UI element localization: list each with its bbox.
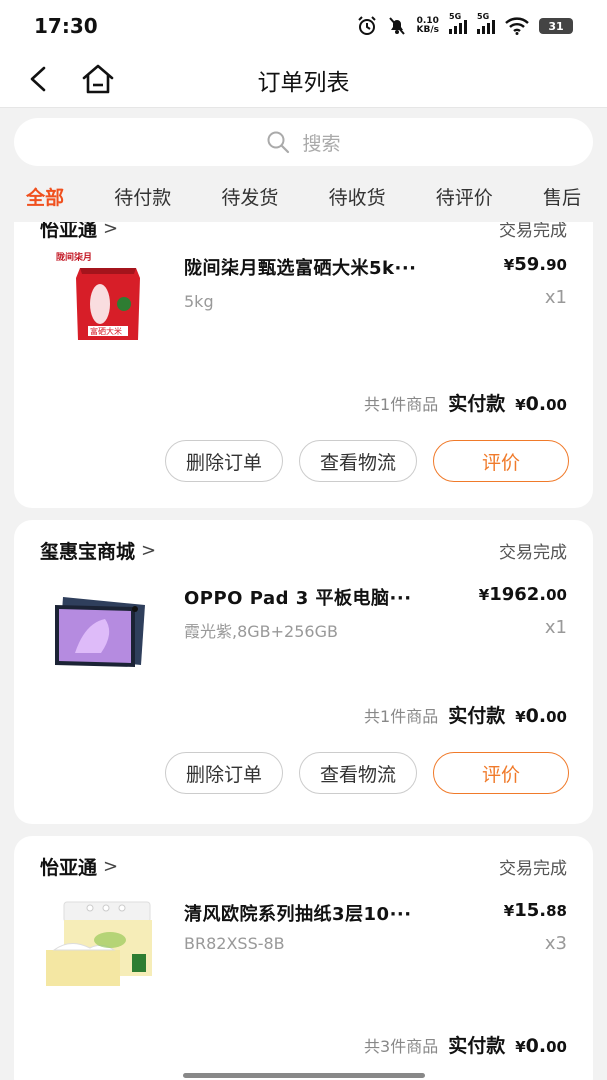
signal-label-2: 5G <box>477 12 490 21</box>
pay-label: 实付款 <box>448 393 506 415</box>
order-status: 交易完成 <box>499 222 567 241</box>
item-count: 共1件商品 <box>364 707 439 726</box>
net-speed: 0.10 KB/s <box>417 17 439 35</box>
order-card: 怡亚通 > 交易完成 陇间柒月 富硒大米 陇间柒月甄选富硒大米5k··· 5kg… <box>14 222 593 508</box>
pay-label: 实付款 <box>448 705 506 727</box>
search-placeholder: 搜索 <box>302 132 341 155</box>
product-image-rice: 陇间柒月 富硒大米 <box>40 250 160 346</box>
signal-icon-2: 5G <box>477 12 495 34</box>
goods-quantity: x1 <box>544 287 567 308</box>
tissue-pack-image <box>46 901 152 986</box>
view-logistics-button[interactable]: 查看物流 <box>298 752 417 794</box>
order-summary: 共1件商品 实付款 ¥0.00 <box>14 380 593 428</box>
item-count: 共3件商品 <box>364 1037 439 1056</box>
goods-item[interactable]: 陇间柒月 富硒大米 陇间柒月甄选富硒大米5k··· 5kg ¥59.90 x1 <box>14 250 593 380</box>
goods-price: ¥1962.00 <box>478 584 567 605</box>
review-button[interactable]: 评价 <box>433 440 569 482</box>
shop-name: 怡亚通 <box>40 222 98 241</box>
order-actions: 删除订单 查看物流 评价 <box>14 740 593 824</box>
chevron-right-icon: > <box>103 855 119 877</box>
goods-price-block: ¥59.90 x1 <box>504 254 567 308</box>
shop-link[interactable]: 怡亚通 > <box>40 222 118 242</box>
product-image-tissue <box>40 896 160 992</box>
goods-price-block: ¥1962.00 x1 <box>479 584 567 638</box>
view-logistics-button[interactable]: 查看物流 <box>298 440 417 482</box>
review-button[interactable]: 评价 <box>433 752 569 794</box>
shop-link[interactable]: 怡亚通 > <box>40 853 118 880</box>
net-speed-unit: KB/s <box>416 25 439 35</box>
tab-pending-receipt[interactable]: 待收货 <box>329 177 386 216</box>
search-area: 搜索 <box>0 108 607 166</box>
chevron-right-icon: > <box>141 539 157 561</box>
goods-item[interactable]: OPPO Pad 3 平板电脑··· 霞光紫,8GB+256GB ¥1962.0… <box>14 580 593 692</box>
pay-label: 实付款 <box>448 1035 506 1057</box>
shop-name: 怡亚通 <box>40 856 98 879</box>
mute-icon <box>388 17 405 35</box>
goods-price: ¥15.88 <box>503 900 567 921</box>
battery-level: 31 <box>548 19 564 33</box>
home-icon[interactable] <box>80 62 116 96</box>
status-bar: 17:30 0.10 KB/s 5G 5G 31 <box>0 0 607 52</box>
search-input[interactable]: 搜索 <box>14 118 593 166</box>
tab-pending-review[interactable]: 待评价 <box>436 177 493 216</box>
goods-quantity: x1 <box>544 617 567 638</box>
item-count: 共1件商品 <box>364 395 439 414</box>
wifi-icon <box>505 17 529 35</box>
tablet-image <box>55 597 145 667</box>
home-indicator[interactable] <box>182 1073 425 1078</box>
tab-pending-payment[interactable]: 待付款 <box>114 177 171 216</box>
status-icons: 0.10 KB/s 5G 5G 31 <box>357 12 573 36</box>
chevron-left-icon[interactable] <box>24 64 54 94</box>
goods-price: ¥59.90 <box>503 254 567 275</box>
goods-price-block: ¥15.88 x3 <box>504 900 567 954</box>
battery-icon: 31 <box>539 18 573 34</box>
signal-label: 5G <box>449 12 462 21</box>
order-summary: 共3件商品 实付款 ¥0.00 <box>14 1022 593 1070</box>
pay-amount: ¥0.00 <box>515 705 567 727</box>
pay-amount: ¥0.00 <box>515 1035 567 1057</box>
order-card: 怡亚通 > 交易完成 清风欧院系列抽纸3层10··· BR82XSS-8B ¥1… <box>14 836 593 1080</box>
chevron-right-icon: > <box>103 222 119 239</box>
delete-order-button[interactable]: 删除订单 <box>164 440 283 482</box>
delete-order-button[interactable]: 删除订单 <box>164 752 283 794</box>
shop-name: 玺惠宝商城 <box>40 540 136 563</box>
order-card: 玺惠宝商城 > 交易完成 OPPO Pad 3 平板电脑··· 霞光紫,8GB+… <box>14 520 593 824</box>
goods-item[interactable]: 清风欧院系列抽纸3层10··· BR82XSS-8B ¥15.88 x3 <box>14 896 593 1022</box>
product-image-tablet <box>40 580 160 676</box>
rice-bag-image: 陇间柒月 富硒大米 <box>54 250 146 346</box>
search-icon <box>267 131 290 154</box>
rice-bag-label: 富硒大米 <box>90 326 122 336</box>
order-status: 交易完成 <box>499 542 567 563</box>
order-summary: 共1件商品 实付款 ¥0.00 <box>14 692 593 740</box>
tab-all[interactable]: 全部 <box>26 177 64 216</box>
nav-bar: 订单列表 <box>0 52 607 108</box>
tab-pending-shipment[interactable]: 待发货 <box>221 177 278 216</box>
order-tabs: 全部 待付款 待发货 待收货 待评价 售后 <box>0 166 607 226</box>
rice-brand-label: 陇间柒月 <box>56 251 92 263</box>
tab-after-sales[interactable]: 售后 <box>543 177 581 216</box>
order-actions: 删除订单 查看物流 评价 <box>14 428 593 512</box>
alarm-icon <box>357 16 376 35</box>
pay-amount: ¥0.00 <box>515 393 567 415</box>
signal-icon: 5G <box>449 12 467 34</box>
shop-link[interactable]: 玺惠宝商城 > <box>40 537 156 564</box>
status-time: 17:30 <box>34 14 98 38</box>
order-list[interactable]: 怡亚通 > 交易完成 陇间柒月 富硒大米 陇间柒月甄选富硒大米5k··· 5kg… <box>0 222 607 1080</box>
order-status: 交易完成 <box>499 858 567 879</box>
goods-quantity: x3 <box>544 933 567 954</box>
